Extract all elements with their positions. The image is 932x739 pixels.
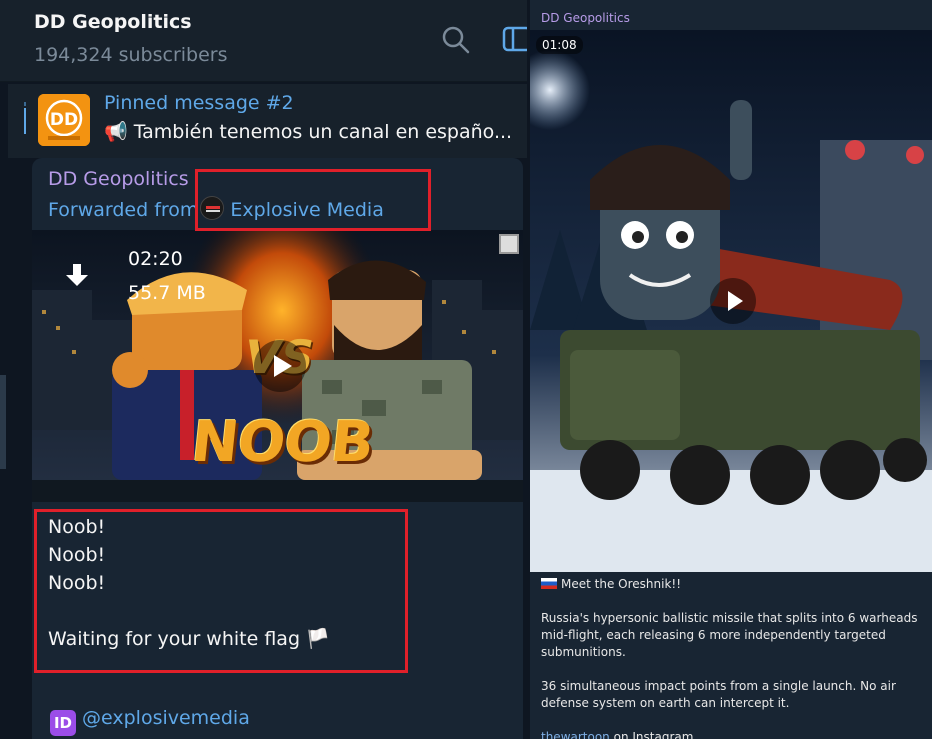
chat-header[interactable]: DD Geopolitics 194,324 subscribers [0,0,527,82]
handle-line: ID @explosivemedia [50,707,250,736]
download-icon[interactable] [62,260,92,290]
video-thumbnail[interactable]: VS NOOB 02:20 55.7 MB [32,230,523,502]
pinned-message-bar[interactable]: DD Pinned message #2 📢 También tenemos u… [8,84,527,158]
detail-text-p2: Russia's hypersonic ballistic missile th… [541,611,918,659]
video-overlay-text: NOOB [188,410,377,475]
detail-video-duration: 01:08 [536,36,583,54]
scroll-indicator[interactable] [0,375,6,469]
handle-link[interactable]: @explosivemedia [82,707,250,729]
pinned-title: Pinned message #2 [104,92,294,114]
detail-text-p3: 36 simultaneous impact points from a sin… [541,679,896,710]
detail-video[interactable]: 01:08 [530,30,932,572]
play-icon[interactable] [254,340,306,392]
highlight-box-text [34,509,408,673]
chat-pane: DD Geopolitics 194,324 subscribers DD Pi… [0,0,527,739]
message-channel-name[interactable]: DD Geopolitics [48,168,189,190]
qr-code [499,234,519,254]
subscriber-count: 194,324 subscribers [34,44,228,66]
pinned-thumbnail: DD [38,94,90,146]
forwarded-prefix: Forwarded from [48,199,199,221]
russia-flag-icon [541,578,557,589]
play-icon[interactable] [710,278,756,324]
detail-channel-name[interactable]: DD Geopolitics [541,11,630,25]
detail-text-p1: Meet the Oreshnik!! [561,577,682,591]
channel-title[interactable]: DD Geopolitics [34,11,192,33]
sidebar-toggle-icon[interactable] [502,26,527,52]
pin-indicator-active [24,108,26,134]
message-detail-pane: DD Geopolitics 01:08 Meet the Oreshnik!!… [530,0,932,739]
search-icon[interactable] [440,24,472,56]
svg-text:DD: DD [50,110,78,130]
detail-message-text: Meet the Oreshnik!! Russia's hypersonic … [541,576,929,739]
detail-text-p4: on Instagram. [609,730,698,739]
pin-indicator-inactive [24,102,26,106]
pinned-preview: 📢 También tenemos un canal en españo... [104,121,513,143]
id-icon: ID [50,710,76,736]
highlight-box-forward [195,169,431,231]
video-file-size: 55.7 MB [128,282,206,304]
video-duration: 02:20 [128,248,183,270]
instagram-link[interactable]: thewartoon [541,730,610,739]
